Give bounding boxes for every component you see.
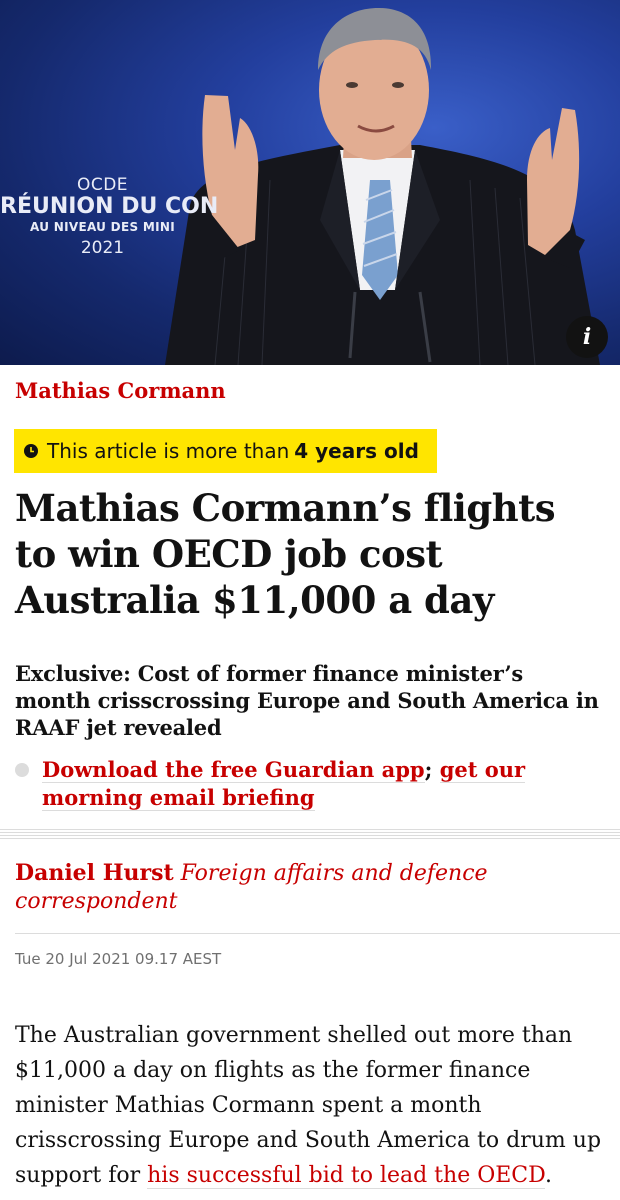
byline: Daniel Hurst Foreign affairs and defence… — [15, 859, 605, 916]
age-notice-age: 4 years old — [294, 439, 419, 463]
hero-photo: OCDE RÉUNION DU CON AU NIVEAU DES MINI 2… — [0, 0, 620, 365]
promo-text: Download the free Guardian app; get our … — [42, 756, 605, 812]
section-divider — [0, 829, 620, 841]
banner-line-4: 2021 — [80, 238, 125, 258]
publish-date: Tue 20 Jul 2021 09.17 AEST — [15, 950, 222, 968]
section-kicker[interactable]: Mathias Cormann — [15, 378, 226, 403]
article-headline: Mathias Cormann’s flights to win OECD jo… — [15, 486, 556, 622]
download-app-link[interactable]: Download the free Guardian app — [42, 757, 425, 783]
banner-line-2: RÉUNION DU CON — [0, 194, 219, 219]
article-age-notice: This article is more than 4 years old — [14, 429, 437, 473]
byline-divider — [15, 933, 620, 934]
promo-separator: ; — [424, 757, 433, 782]
clock-icon — [24, 444, 38, 458]
body-end: . — [544, 1163, 552, 1188]
info-icon: i — [582, 324, 592, 350]
oecd-bid-link[interactable]: his successful bid to lead the OECD — [147, 1163, 545, 1189]
article-body-paragraph: The Australian government shelled out mo… — [15, 1018, 610, 1193]
article-standfirst: Exclusive: Cost of former finance minist… — [15, 661, 599, 740]
age-notice-prefix: This article is more than — [47, 439, 290, 463]
oecd-event-banner: OCDE RÉUNION DU CON AU NIVEAU DES MINI 2… — [0, 175, 219, 259]
author-name[interactable]: Daniel Hurst — [15, 860, 174, 886]
banner-line-1: OCDE — [76, 175, 129, 195]
bullet-icon — [15, 763, 29, 777]
banner-line-3: AU NIVEAU DES MINI — [30, 220, 175, 234]
app-promo: Download the free Guardian app; get our … — [15, 756, 605, 812]
image-info-button[interactable]: i — [566, 316, 608, 358]
